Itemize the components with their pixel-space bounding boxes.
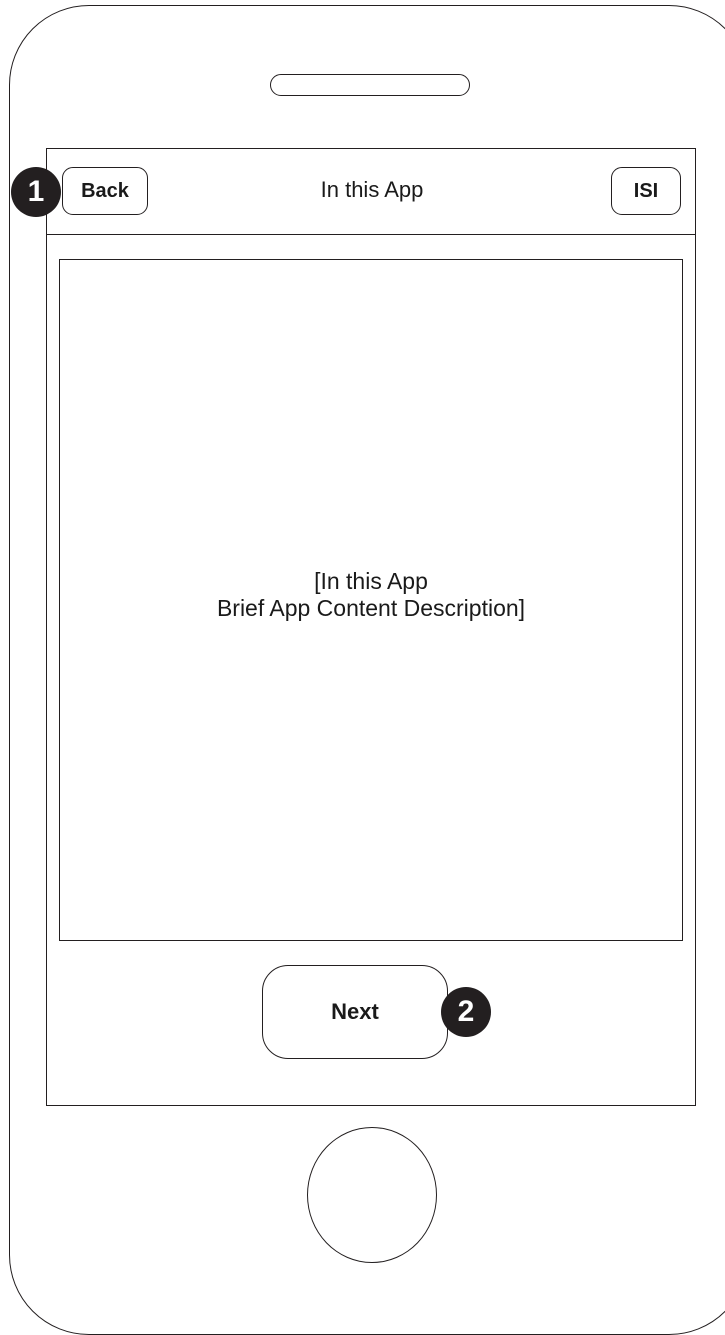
callout-marker-1: 1 xyxy=(11,167,61,217)
page-title: In this App xyxy=(320,177,424,202)
speaker-slot-icon xyxy=(270,74,470,96)
back-button[interactable]: Back xyxy=(62,167,148,215)
content-line-2: Brief App Content Description] xyxy=(216,595,526,621)
content-description: [In this App Brief App Content Descripti… xyxy=(217,568,525,622)
isi-button[interactable]: ISI xyxy=(611,167,681,215)
home-button-icon[interactable] xyxy=(307,1127,437,1263)
navigation-bar: Back In this App ISI xyxy=(47,149,695,235)
content-area: [In this App Brief App Content Descripti… xyxy=(59,259,683,941)
callout-marker-2: 2 xyxy=(441,987,491,1037)
next-button[interactable]: Next xyxy=(262,965,448,1059)
content-line-1: [In this App xyxy=(314,568,428,594)
phone-screen: Back In this App ISI [In this App Brief … xyxy=(46,148,696,1106)
